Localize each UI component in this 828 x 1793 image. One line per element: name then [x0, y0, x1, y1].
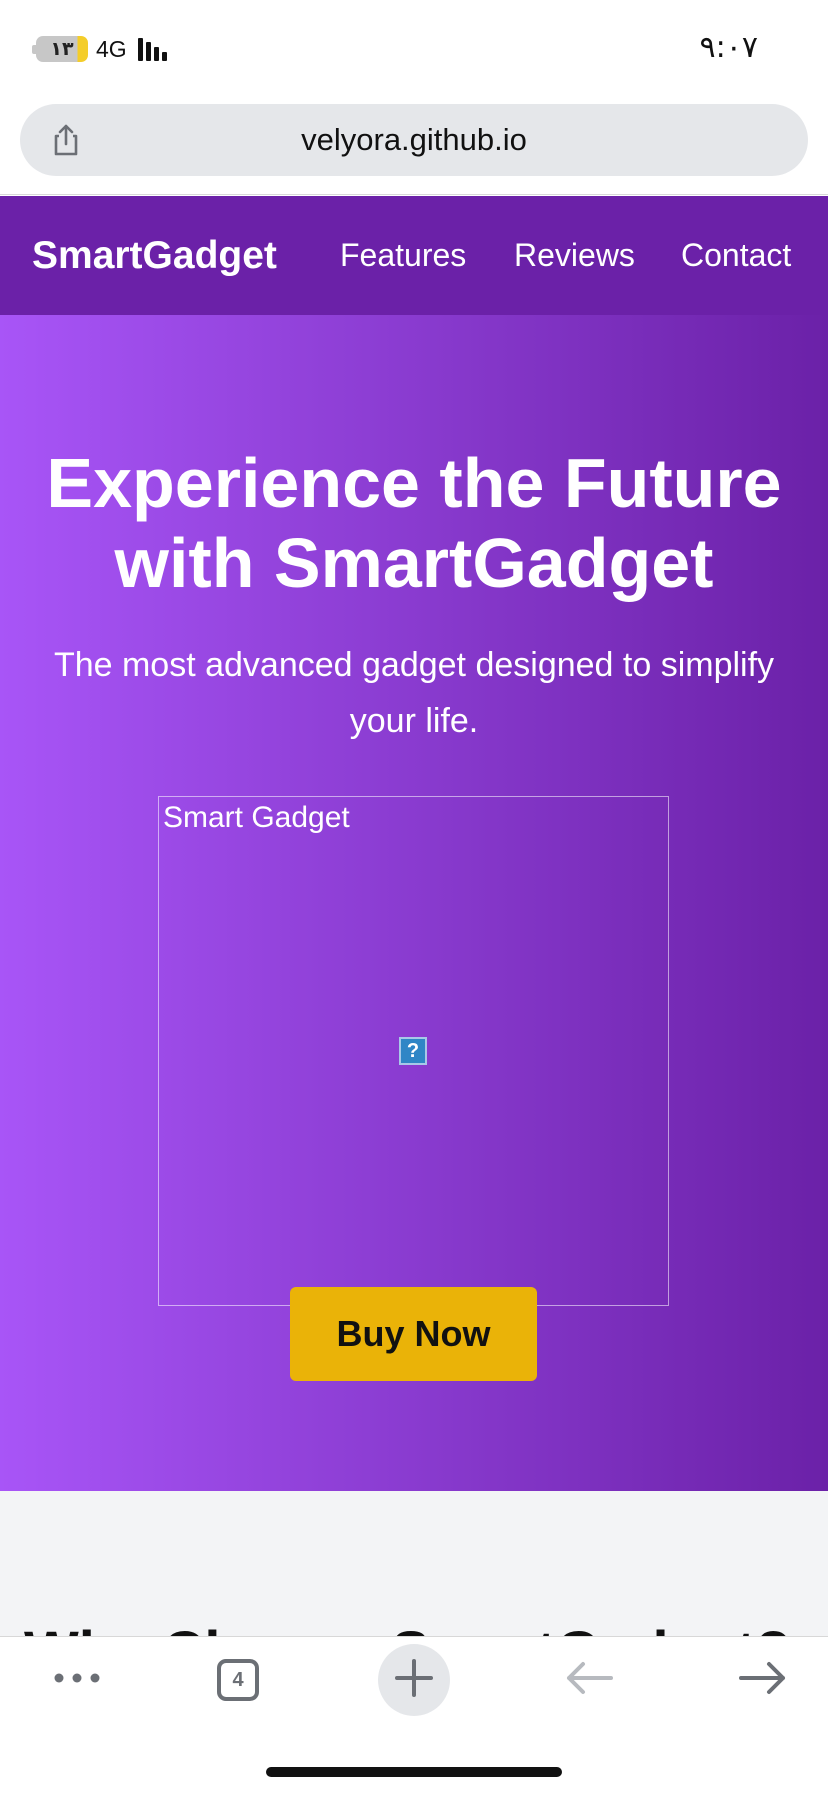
nav-link-reviews[interactable]: Reviews	[514, 196, 635, 315]
address-bar[interactable]: velyora.github.io	[20, 104, 808, 176]
divider	[0, 194, 828, 195]
features-section: Why Choose SmartGadget?	[0, 1491, 828, 1685]
hero-title: Experience the Future with SmartGadget	[46, 444, 782, 602]
more-button[interactable]	[32, 1637, 122, 1723]
status-bar: ١٣ 4G ٩:٠٧	[0, 0, 828, 100]
broken-image-icon: ?	[399, 1037, 427, 1065]
hero-subtitle: The most advanced gadget designed to sim…	[53, 646, 775, 740]
site-logo[interactable]: SmartGadget	[32, 196, 277, 315]
hero-section: Experience the Future with SmartGadget T…	[0, 315, 828, 1491]
address-bar-url: velyora.github.io	[301, 122, 527, 157]
image-alt-text: Smart Gadget	[163, 801, 350, 834]
battery-indicator: ١٣	[36, 36, 88, 62]
forward-arrow-icon	[739, 1660, 787, 1701]
buy-now-button[interactable]: Buy Now	[290, 1287, 537, 1381]
more-icon	[53, 1671, 101, 1689]
new-tab-button[interactable]	[369, 1637, 459, 1723]
browser-toolbar: 4	[0, 1636, 828, 1793]
back-arrow-icon	[565, 1660, 613, 1701]
tabs-button[interactable]: 4	[193, 1637, 283, 1723]
signal-strength-icon	[138, 38, 167, 61]
forward-button[interactable]	[718, 1637, 808, 1723]
site-navbar: SmartGadget Features Reviews Contact	[0, 196, 828, 315]
status-time: ٩:٠٧	[699, 30, 758, 65]
back-button[interactable]	[544, 1637, 634, 1723]
home-indicator	[266, 1767, 562, 1777]
product-image: Smart Gadget ?	[158, 796, 669, 1306]
nav-link-contact[interactable]: Contact	[681, 196, 791, 315]
tabs-icon: 4	[217, 1659, 259, 1701]
nav-link-features[interactable]: Features	[340, 196, 466, 315]
tab-count: 4	[232, 1668, 244, 1691]
battery-level: ١٣	[50, 38, 74, 60]
network-type: 4G	[96, 36, 127, 62]
plus-icon	[394, 1658, 434, 1703]
